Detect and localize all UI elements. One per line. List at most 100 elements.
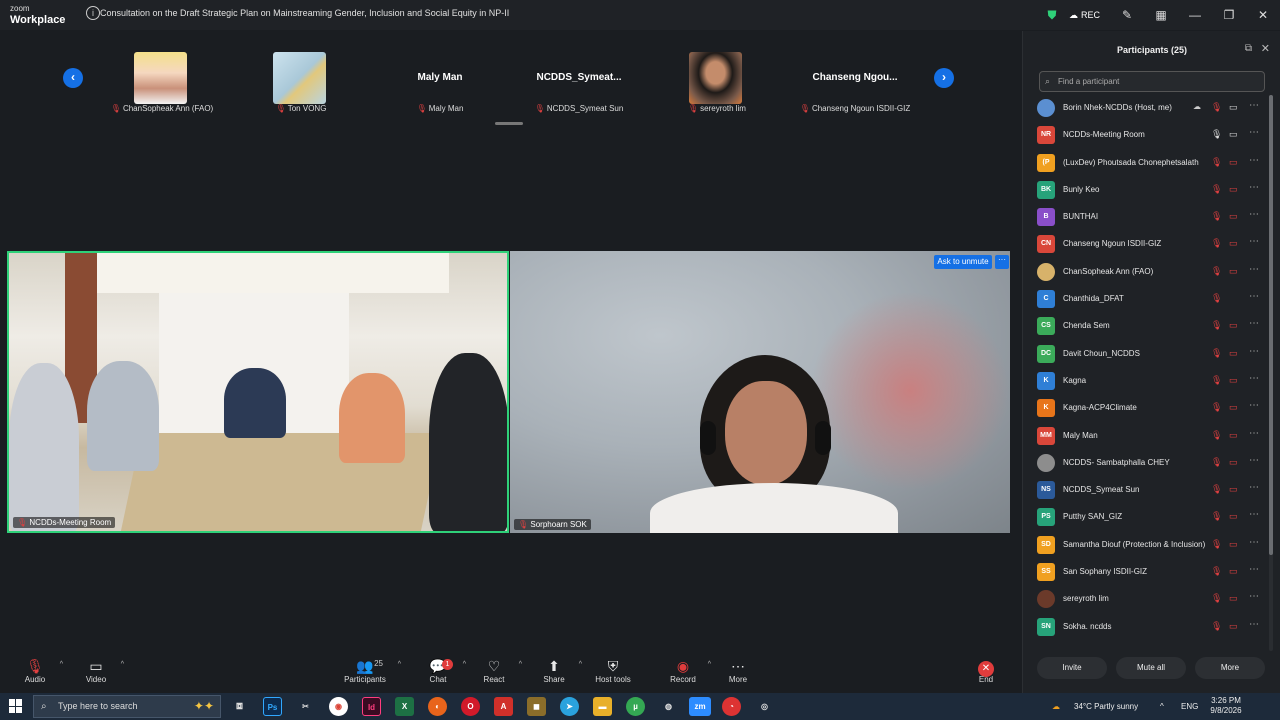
video-tile-speaker[interactable]: 🎙 Sorphoarn SOK: [510, 251, 1010, 533]
more-button[interactable]: ⋯ More: [708, 657, 768, 691]
video-off-icon[interactable]: ▭: [1229, 484, 1238, 495]
video-off-icon[interactable]: ▭: [1229, 402, 1238, 413]
more-icon[interactable]: ⋯: [1249, 564, 1259, 575]
participant-row[interactable]: K Kagna 🎙 ▭ ⋯: [1023, 368, 1273, 395]
windows-start-icon[interactable]: [9, 699, 23, 713]
end-button[interactable]: ✕ End: [956, 657, 1016, 691]
mic-muted-icon[interactable]: 🎙: [1211, 320, 1222, 331]
firefox-icon[interactable]: ◐: [428, 697, 447, 716]
participant-row[interactable]: CS Chenda Sem 🎙 ▭ ⋯: [1023, 313, 1273, 340]
more-icon[interactable]: ⋯: [1249, 209, 1259, 220]
mic-muted-icon[interactable]: 🎙: [1211, 593, 1222, 604]
panel-more-button[interactable]: More: [1195, 657, 1265, 679]
mic-muted-icon[interactable]: 🎙: [1211, 566, 1222, 577]
tile-more-button[interactable]: ···: [995, 255, 1009, 269]
clock[interactable]: 3:26 PM 9/8/2026: [1202, 696, 1250, 716]
mic-muted-icon[interactable]: 🎙: [1211, 621, 1222, 632]
more-icon[interactable]: ⋯: [1249, 373, 1259, 384]
mute-all-button[interactable]: Mute all: [1116, 657, 1186, 679]
gallery-thumb[interactable]: 🎙 ChanSopheak Ann (FAO): [92, 50, 232, 114]
more-icon[interactable]: ⋯: [1249, 155, 1259, 166]
chevron-up-icon[interactable]: ^: [398, 661, 401, 668]
video-off-icon[interactable]: ▭: [1229, 266, 1238, 277]
record-button[interactable]: ◉ Record ^: [653, 657, 713, 691]
video-off-icon[interactable]: ▭: [1229, 511, 1238, 522]
mic-muted-icon[interactable]: 🎙: [1211, 293, 1222, 304]
tray-arrow-icon[interactable]: ^: [1160, 693, 1164, 720]
opera-icon[interactable]: O: [461, 697, 480, 716]
participants-button[interactable]: 👥 Participants 25 ^: [335, 657, 401, 691]
more-icon[interactable]: ⋯: [1249, 127, 1259, 138]
participant-row[interactable]: NCDDS- Sambatphalla CHEY 🎙 ▭ ⋯: [1023, 450, 1273, 477]
video-button[interactable]: ▭ Video ^: [66, 657, 126, 691]
weather-label[interactable]: 34°C Partly sunny: [1074, 693, 1138, 720]
participant-search-input[interactable]: ⌕ Find a participant: [1039, 71, 1265, 92]
gallery-thumb[interactable]: 🎙 sereyroth lim: [647, 50, 787, 114]
more-icon[interactable]: ⋯: [1249, 264, 1259, 275]
gallery-thumb[interactable]: Chanseng Ngou... 🎙 Chanseng Ngoun ISDII-G…: [785, 50, 925, 114]
video-off-icon[interactable]: ▭: [1229, 184, 1238, 195]
mic-muted-icon[interactable]: 🎙: [1211, 430, 1222, 441]
chrome-icon[interactable]: ◉: [329, 697, 348, 716]
more-icon[interactable]: ⋯: [1249, 182, 1259, 193]
file-explorer-icon[interactable]: ▬: [593, 697, 612, 716]
mic-muted-icon[interactable]: 🎙: [1211, 484, 1222, 495]
participant-row[interactable]: B BUNTHAI 🎙 ▭ ⋯: [1023, 204, 1273, 231]
react-button[interactable]: ♡ React ^: [464, 657, 524, 691]
snipping-tool-icon[interactable]: ✂: [296, 697, 315, 716]
gallery-next-button[interactable]: ›: [934, 68, 954, 88]
acrobat-icon[interactable]: A: [494, 697, 513, 716]
mic-muted-icon[interactable]: 🎙: [1211, 457, 1222, 468]
more-icon[interactable]: ⋯: [1249, 291, 1259, 302]
gallery-thumb[interactable]: 🎙 Ton VONG: [231, 50, 371, 114]
cloud-record-button[interactable]: ☁ REC: [1069, 10, 1100, 21]
app-icon[interactable]: ◼: [527, 697, 546, 716]
app-icon[interactable]: ◍: [659, 697, 678, 716]
language-indicator[interactable]: ENG: [1181, 693, 1198, 720]
participant-row[interactable]: MM Maly Man 🎙 ▭ ⋯: [1023, 423, 1273, 450]
more-icon[interactable]: ⋯: [1249, 400, 1259, 411]
video-tile-meeting-room[interactable]: 🎙 NCDDs-Meeting Room: [7, 251, 509, 533]
participant-row[interactable]: PS Putthy SAN_GIZ 🎙 ▭ ⋯: [1023, 504, 1273, 531]
more-icon[interactable]: ⋯: [1249, 509, 1259, 520]
participant-row[interactable]: SS San Sophany ISDII-GIZ 🎙 ▭ ⋯: [1023, 559, 1273, 586]
mic-muted-icon[interactable]: 🎙: [1211, 348, 1222, 359]
video-off-icon[interactable]: ▭: [1229, 566, 1238, 577]
audio-button[interactable]: 🎙 Audio ^: [5, 657, 65, 691]
ask-to-unmute-button[interactable]: Ask to unmute: [934, 255, 992, 269]
close-icon[interactable]: ✕: [1261, 42, 1270, 55]
participant-row[interactable]: SN Sokha. ncdds 🎙 ▭ ⋯: [1023, 614, 1273, 641]
mic-muted-icon[interactable]: 🎙: [1211, 211, 1222, 222]
telegram-icon[interactable]: ➤: [560, 697, 579, 716]
task-view-icon[interactable]: ⧈: [230, 697, 249, 716]
taskbar-search-input[interactable]: ⌕ Type here to search ✦✦: [33, 695, 221, 718]
more-icon[interactable]: ⋯: [1249, 346, 1259, 357]
minimize-icon[interactable]: —: [1182, 2, 1208, 28]
participant-row[interactable]: Borin Nhek-NCDDs (Host, me) ☁ 🎙 ▭ ⋯: [1023, 95, 1273, 122]
participant-row[interactable]: NR NCDDs-Meeting Room 🎙 ▭ ⋯: [1023, 122, 1273, 149]
mic-muted-icon[interactable]: 🎙: [1211, 184, 1222, 195]
participant-row[interactable]: DC Davit Choun_NCDDS 🎙 ▭ ⋯: [1023, 341, 1273, 368]
mic-icon[interactable]: 🎙: [1211, 129, 1222, 140]
chevron-up-icon[interactable]: ^: [519, 661, 522, 668]
more-icon[interactable]: ⋯: [1249, 537, 1259, 548]
participant-row[interactable]: SD Samantha Diouf (Protection & Inclusion…: [1023, 532, 1273, 559]
more-icon[interactable]: ⋯: [1249, 482, 1259, 493]
mic-muted-icon[interactable]: 🎙: [1211, 402, 1222, 413]
mic-muted-icon[interactable]: 🎙: [1211, 375, 1222, 386]
participant-row[interactable]: BK Bunly Keo 🎙 ▭ ⋯: [1023, 177, 1273, 204]
participant-row[interactable]: ChanSopheak Ann (FAO) 🎙 ▭ ⋯: [1023, 259, 1273, 286]
share-button[interactable]: ⬆ Share ^: [524, 657, 584, 691]
mic-muted-icon[interactable]: 🎙: [1211, 539, 1222, 550]
video-camera-icon[interactable]: ▭: [1229, 102, 1238, 113]
participant-row[interactable]: (P (LuxDev) Phoutsada Chonephetsalath 🎙 ▭ ⋯: [1023, 150, 1273, 177]
more-icon[interactable]: ⋯: [1249, 318, 1259, 329]
video-off-icon[interactable]: ▭: [1229, 593, 1238, 604]
video-off-icon[interactable]: ▭: [1229, 157, 1238, 168]
gallery-prev-button[interactable]: ‹: [63, 68, 83, 88]
more-icon[interactable]: ⋯: [1249, 100, 1259, 111]
popout-icon[interactable]: ⧉: [1245, 43, 1252, 54]
scroll-thumb[interactable]: [1269, 95, 1273, 555]
video-off-icon[interactable]: ▭: [1229, 457, 1238, 468]
video-off-icon[interactable]: ▭: [1229, 211, 1238, 222]
